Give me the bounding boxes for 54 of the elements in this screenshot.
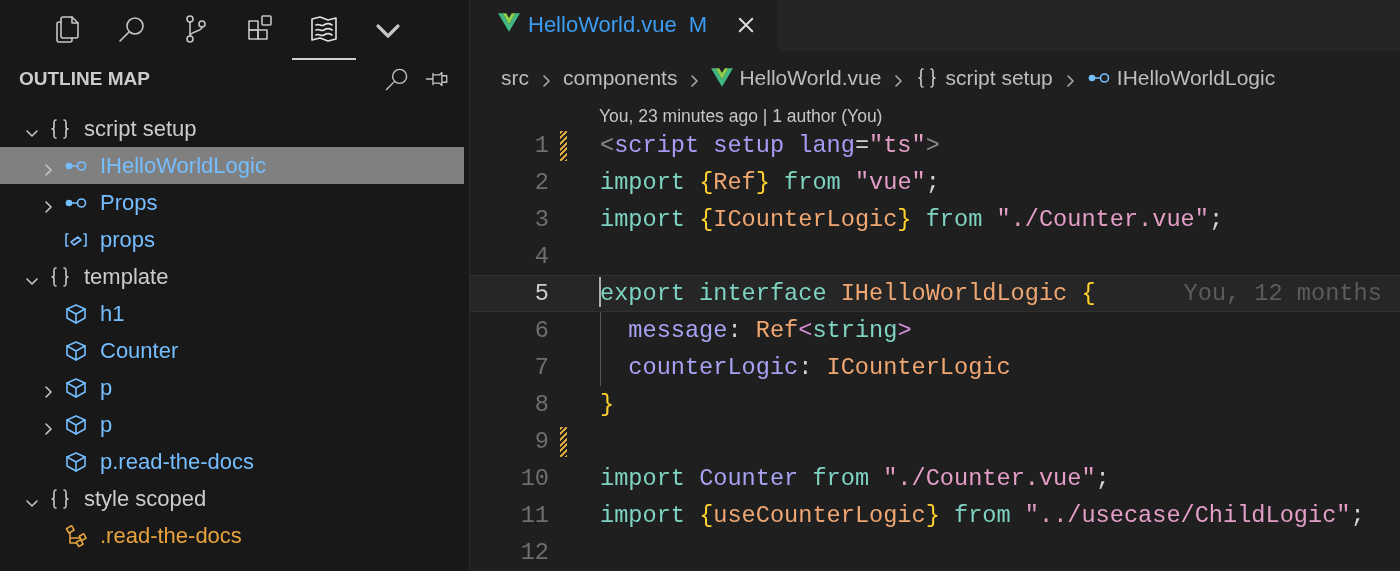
cube-icon [64,301,88,326]
braces-icon [48,486,72,511]
line-number: 9 [533,428,549,455]
tab-label: HelloWorld.vue [528,12,677,39]
code-line: import {ICounterLogic} from "./Counter.vue"; [600,205,1224,235]
v-logo-icon [711,68,734,88]
cube-icon [64,375,88,400]
breadcrumb[interactable]: IHelloWorldLogic [1086,65,1276,90]
tree-item[interactable]: props [0,221,464,258]
line-number: 3 [533,206,549,233]
braces-icon [48,116,72,141]
line-number: 11 [519,502,549,529]
tree-item[interactable]: Props [0,184,464,221]
line-number: 2 [533,169,549,196]
cube-icon [64,338,88,363]
code-line: message: Ref<string> [600,312,912,349]
breadcrumb[interactable]: components [563,65,678,90]
line-number: 4 [533,243,549,270]
tree-item[interactable]: p [0,369,464,406]
panel-title: OUTLINE MAP [19,68,151,90]
code-line: <script setup lang="ts"> [600,131,940,161]
breadcrumb[interactable]: HelloWorld.vue [711,65,882,90]
map-icon [308,13,340,45]
code-line: } [600,390,615,420]
code-line: counterLogic: ICounterLogic [600,349,1011,386]
braces-icon [48,264,72,289]
line-number: 6 [533,317,549,344]
editor-tab[interactable]: HelloWorld.vue M [470,0,778,51]
line-number: 5 [533,280,549,307]
tree-item[interactable]: style scoped [0,480,464,517]
cube-icon [64,412,88,437]
breadcrumb[interactable]: src [501,65,529,90]
tree-item[interactable]: template [0,258,464,295]
code-line: import {Ref} from "vue"; [600,168,940,198]
tree-item[interactable]: .read-the-docs [0,517,464,554]
line-number: 1 [533,132,549,159]
line-number: 10 [519,465,549,492]
text-cursor [599,277,601,307]
tree-item[interactable]: p [0,406,464,443]
tree-item[interactable]: h1 [0,295,464,332]
line-number: 12 [519,539,549,566]
tree-item[interactable]: p.read-the-docs [0,443,464,480]
line-number: 7 [533,354,549,381]
breadcrumb[interactable]: script setup [915,65,1053,90]
codelens-annotation[interactable]: You, 23 minutes ago | 1 author (You) [470,105,1400,127]
code-line: import Counter from "./Counter.vue"; [600,464,1110,494]
code-line: export interface IHelloWorldLogic { [600,279,1096,309]
code-line: import {useCounterLogic} from "../usecase/ChildLogic"; [600,501,1365,531]
cube-icon [64,449,88,474]
line-number: 8 [533,391,549,418]
modified-label: M [688,12,708,39]
tree-item[interactable]: Counter [0,332,464,369]
tree-item[interactable]: script setup [0,110,464,147]
nodes-icon [64,523,88,548]
